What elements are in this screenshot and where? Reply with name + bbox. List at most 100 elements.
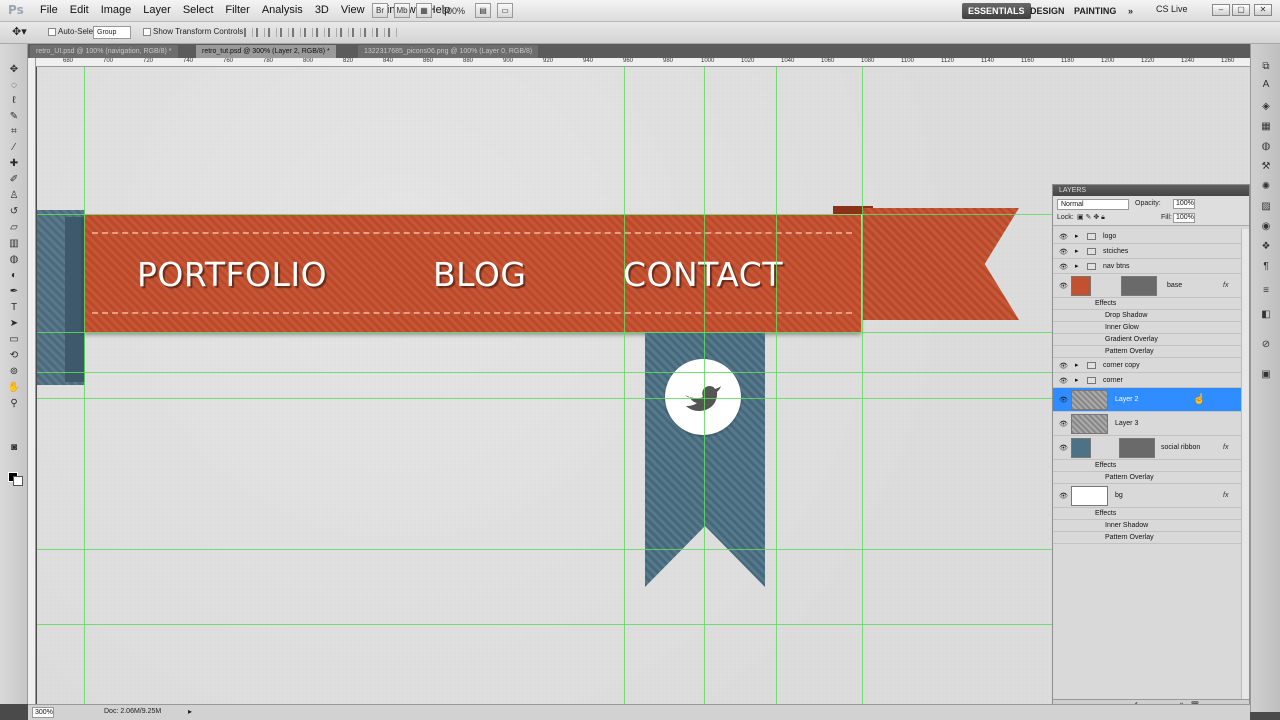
effects-row[interactable]: Effects <box>1053 298 1241 310</box>
effect-row[interactable]: Inner Glow <box>1053 322 1241 334</box>
expand-arrow-icon[interactable]: ▸ <box>1075 376 1079 384</box>
adjustments-panel-icon[interactable]: ✺ <box>1259 180 1273 194</box>
move-tool-preset-icon[interactable]: ✥▾ <box>12 25 38 40</box>
effect-row[interactable]: Pattern Overlay <box>1053 472 1241 484</box>
visibility-eye-icon[interactable]: 👁︎ <box>1059 248 1068 256</box>
tab-picons[interactable]: 1322317685_picons06.png @ 100% (Layer 0,… <box>358 45 539 58</box>
close-button[interactable]: ✕ <box>1254 4 1272 16</box>
hand-tool-icon[interactable]: ✋ <box>7 382 21 393</box>
layer-row-logo[interactable]: 👁︎ ▸ logo <box>1053 229 1241 244</box>
effect-row[interactable]: Inner Shadow <box>1053 520 1241 532</box>
maximize-button[interactable]: ▢ <box>1232 4 1250 16</box>
expand-arrow-icon[interactable]: ▸ <box>1075 247 1079 255</box>
auto-align-icon[interactable] <box>388 28 397 37</box>
expand-arrow-icon[interactable]: ▸ <box>1075 232 1079 240</box>
visibility-eye-icon[interactable]: 👁︎ <box>1059 282 1068 290</box>
clone-stamp-tool-icon[interactable]: ♙ <box>7 190 21 201</box>
menu-edit[interactable]: Edit <box>64 4 95 16</box>
marquee-tool-icon[interactable]: ◌ <box>7 80 21 91</box>
layers-panel-icon[interactable]: ≡ <box>1259 284 1273 298</box>
quick-select-tool-icon[interactable]: ✎ <box>7 111 21 122</box>
distribute-right-icon[interactable] <box>376 28 385 37</box>
fx-icon[interactable]: fx <box>1223 444 1228 451</box>
crop-tool-icon[interactable]: ⌗ <box>7 126 21 137</box>
fx-icon[interactable]: fx <box>1223 282 1228 289</box>
distribute-bottom-icon[interactable] <box>340 28 349 37</box>
menu-file[interactable]: File <box>34 4 64 16</box>
fill-input[interactable]: 100% <box>1173 213 1195 223</box>
layer-row-corner-copy[interactable]: 👁︎ ▸ corner copy <box>1053 358 1241 373</box>
visibility-eye-icon[interactable]: 👁︎ <box>1059 420 1068 428</box>
history-panel-icon[interactable]: ⧉ <box>1259 60 1273 74</box>
effects-row[interactable]: Effects <box>1053 508 1241 520</box>
menu-select[interactable]: Select <box>177 4 220 16</box>
workspace-painting[interactable]: PAINTING <box>1068 3 1122 19</box>
history-brush-tool-icon[interactable]: ↺ <box>7 206 21 217</box>
quick-mask-icon[interactable]: ◙ <box>7 442 21 453</box>
screen-mode-icon[interactable]: ▭ <box>497 3 514 18</box>
align-right-icon[interactable] <box>304 28 313 37</box>
expand-arrow-icon[interactable]: ▸ <box>1075 262 1079 270</box>
3d-rotate-tool-icon[interactable]: ⟲ <box>7 350 21 361</box>
workspace-more[interactable]: » <box>1122 3 1139 19</box>
shape-tool-icon[interactable]: ▭ <box>7 334 21 345</box>
bridge-icon[interactable]: Br <box>372 3 388 18</box>
effect-row[interactable]: Pattern Overlay <box>1053 532 1241 544</box>
arrange-documents-icon[interactable]: ▤ <box>475 3 492 18</box>
workspace-design[interactable]: DESIGN <box>1024 3 1071 19</box>
zoom-tool-icon[interactable]: ⚲ <box>7 398 21 409</box>
tab-retro-tut[interactable]: retro_tut.psd @ 300% (Layer 2, RGB/8) * <box>196 45 336 58</box>
visibility-eye-icon[interactable]: 👁︎ <box>1059 396 1068 404</box>
layer-row-nav-btns[interactable]: 👁︎ ▸ nav btns <box>1053 259 1241 274</box>
minimize-button[interactable]: – <box>1212 4 1230 16</box>
type-tool-icon[interactable]: T <box>7 302 21 313</box>
swatches-panel-icon[interactable]: ▦ <box>1259 120 1273 134</box>
character-panel-icon[interactable]: A <box>1259 78 1273 92</box>
status-menu-arrow-icon[interactable]: ▸ <box>188 707 192 716</box>
expand-arrow-icon[interactable]: ▸ <box>1075 361 1079 369</box>
align-hcenter-icon[interactable] <box>292 28 301 37</box>
distribute-vcenter-icon[interactable] <box>328 28 337 37</box>
effects-row[interactable]: Effects <box>1053 460 1241 472</box>
styles-panel-icon[interactable]: ◍ <box>1259 140 1273 154</box>
effect-row[interactable]: Gradient Overlay <box>1053 334 1241 346</box>
distribute-hcenter-icon[interactable] <box>364 28 373 37</box>
lock-icons[interactable]: ▣ ✎ ✥ 🔒︎ <box>1077 213 1105 222</box>
distribute-left-icon[interactable] <box>352 28 361 37</box>
dodge-tool-icon[interactable]: ◐ <box>7 270 21 281</box>
cs-live-button[interactable]: CS Live <box>1156 4 1188 14</box>
align-left-icon[interactable] <box>280 28 289 37</box>
opacity-input[interactable]: 100% <box>1173 199 1195 209</box>
mini-bridge-icon[interactable]: Mb <box>394 3 410 18</box>
healing-brush-tool-icon[interactable]: ✚ <box>7 158 21 169</box>
auto-select-checkbox[interactable] <box>48 28 56 36</box>
visibility-eye-icon[interactable]: 👁︎ <box>1059 377 1068 385</box>
layer-row-layer-2[interactable]: 👁︎ Layer 2 ☝ <box>1053 388 1241 412</box>
menu-layer[interactable]: Layer <box>137 4 177 16</box>
auto-select-type-select[interactable]: Group <box>93 26 131 39</box>
menu-3d[interactable]: 3D <box>309 4 335 16</box>
layers-scrollbar[interactable] <box>1241 229 1249 699</box>
zoom-level-select[interactable]: 300% <box>438 6 469 16</box>
blend-mode-select[interactable]: Normal <box>1057 199 1129 210</box>
layer-row-stciches[interactable]: 👁︎ ▸ stciches <box>1053 244 1241 259</box>
menu-analysis[interactable]: Analysis <box>256 4 309 16</box>
channels-panel-icon[interactable]: ◧ <box>1259 308 1273 322</box>
eyedropper-tool-icon[interactable]: ⁄ <box>7 142 21 153</box>
layer-row-layer-3[interactable]: 👁︎ Layer 3 <box>1053 412 1241 436</box>
visibility-eye-icon[interactable]: 👁︎ <box>1059 263 1068 271</box>
lasso-tool-icon[interactable]: ℓ <box>7 95 21 106</box>
brush-tool-icon[interactable]: ✐ <box>7 174 21 185</box>
visibility-eye-icon[interactable]: 👁︎ <box>1059 444 1068 452</box>
tab-retro-ui[interactable]: retro_UI.psd @ 100% (navigation, RGB/8) … <box>30 45 178 58</box>
menu-view[interactable]: View <box>335 4 371 16</box>
layers-panel-title[interactable]: LAYERS <box>1053 185 1249 196</box>
status-zoom-field[interactable]: 300% <box>32 707 54 718</box>
3d-orbit-tool-icon[interactable]: ⊚ <box>7 366 21 377</box>
menu-image[interactable]: Image <box>95 4 138 16</box>
align-vcenter-icon[interactable] <box>256 28 265 37</box>
layer-row-corner[interactable]: 👁︎ ▸ corner <box>1053 373 1241 388</box>
path-select-tool-icon[interactable]: ➤ <box>7 318 21 329</box>
visibility-eye-icon[interactable]: 👁︎ <box>1059 492 1068 500</box>
effect-row[interactable]: Drop Shadow <box>1053 310 1241 322</box>
